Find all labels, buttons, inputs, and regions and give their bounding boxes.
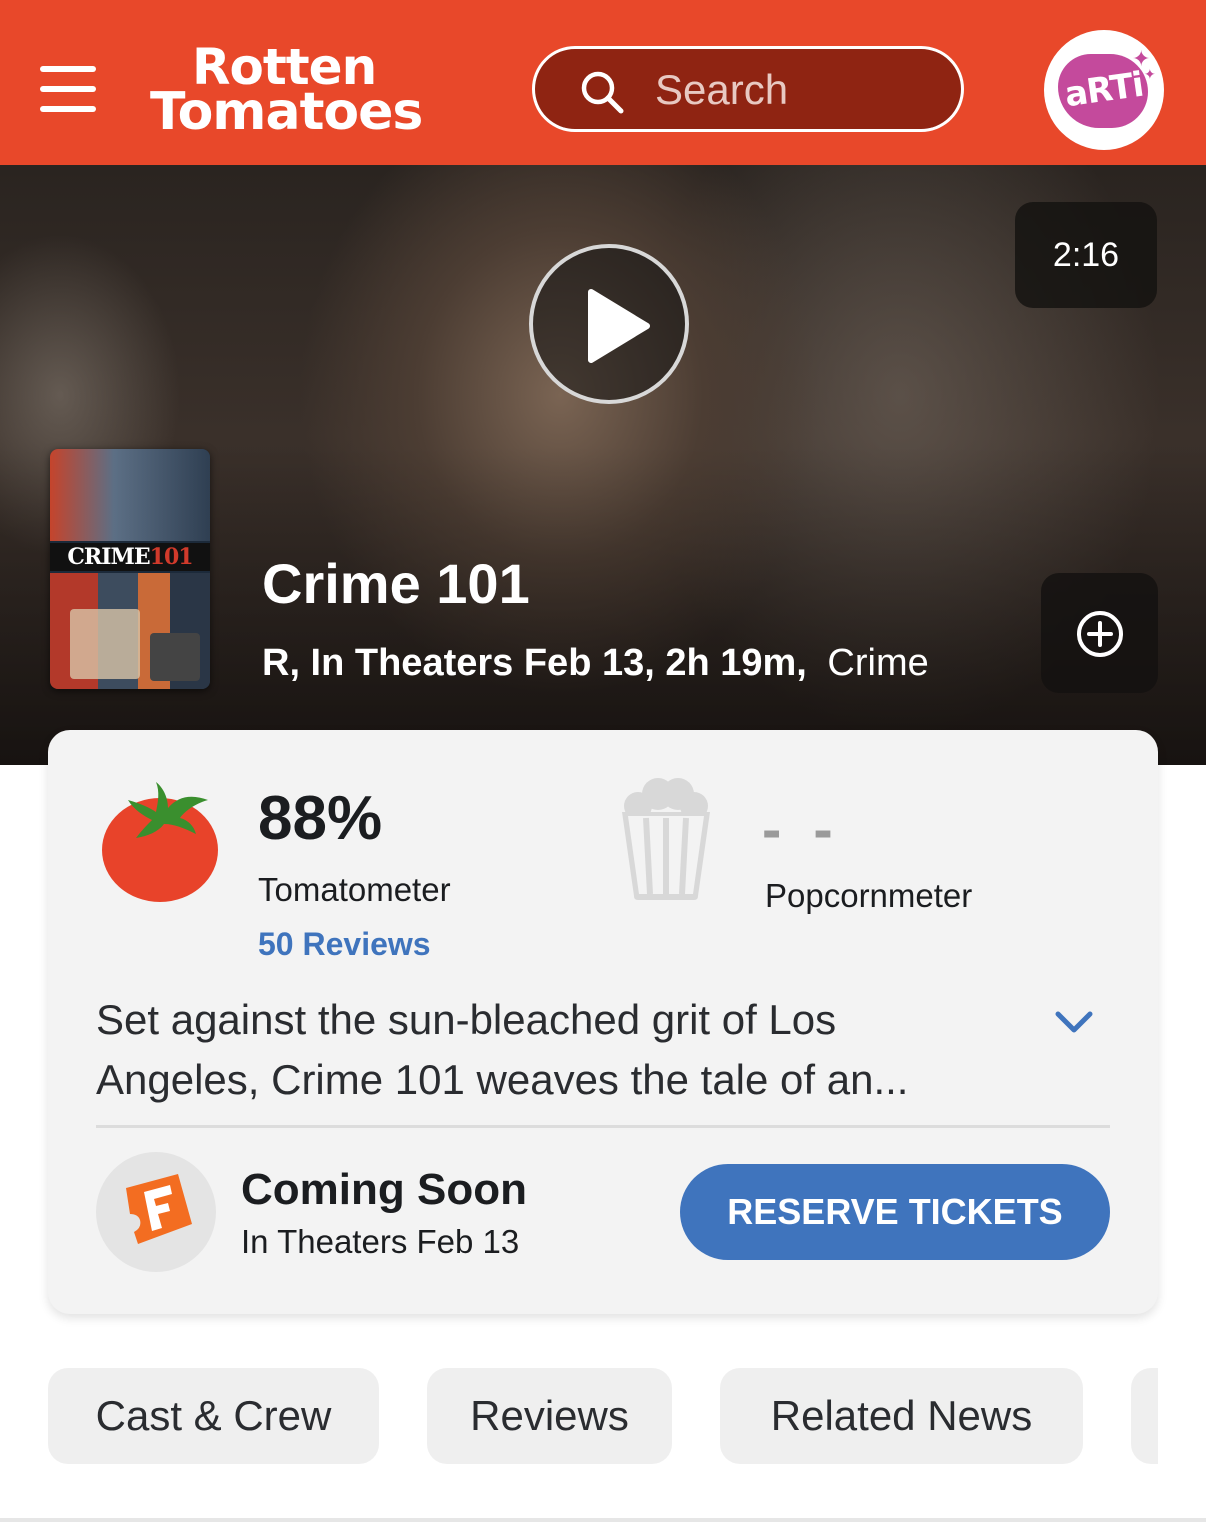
trailer-duration-badge: 2:16	[1015, 202, 1157, 308]
tomatometer-score: 88%	[258, 784, 383, 853]
movie-poster[interactable]: CRIME101	[50, 449, 210, 689]
chevron-down-icon[interactable]	[1054, 1008, 1094, 1036]
logo-line-2: Tomatoes	[150, 82, 423, 142]
ticket-status-title: Coming Soon	[241, 1165, 527, 1214]
reviews-count-link[interactable]: 50 Reviews	[258, 924, 431, 964]
search-icon	[581, 71, 624, 114]
search-input[interactable]	[653, 61, 947, 119]
reserve-tickets-button[interactable]: RESERVE TICKETS	[680, 1164, 1110, 1260]
poster-art	[150, 633, 200, 681]
search-bar[interactable]	[532, 46, 964, 132]
menu-icon-bar	[40, 66, 96, 72]
play-trailer-button[interactable]	[529, 244, 689, 404]
ticket-status-subtitle: In Theaters Feb 13	[241, 1223, 520, 1260]
popcornmeter-score: - -	[762, 797, 841, 862]
poster-title-word: CRIME	[67, 544, 150, 570]
poster-art	[50, 449, 210, 541]
tab-more-partial[interactable]	[1131, 1368, 1158, 1464]
poster-title: CRIME101	[50, 543, 210, 571]
plus-circle-icon	[1077, 611, 1123, 657]
menu-icon-bar	[40, 106, 96, 112]
tomatometer-label: Tomatometer	[258, 871, 451, 908]
section-divider	[96, 1125, 1110, 1128]
poster-art	[70, 609, 140, 679]
movie-synopsis[interactable]: Set against the sun-bleached grit of Los…	[96, 990, 996, 1110]
trailer-hero: 2:16 CRIME101 Crime 101 R, In Theaters F…	[0, 165, 1206, 765]
tab-reviews[interactable]: Reviews	[427, 1368, 672, 1464]
bottom-divider	[0, 1518, 1206, 1522]
top-navigation-bar: Rotten Tomatoes aRTi ✦ ✦	[0, 0, 1206, 165]
sparkle-icon: ✦	[1144, 66, 1156, 82]
menu-icon[interactable]	[40, 66, 98, 114]
poster-title-number: 101	[149, 544, 194, 570]
score-card: 88% Tomatometer 50 Reviews - - Popcornme…	[48, 730, 1158, 1314]
section-tabs: Cast & Crew Reviews Related News	[0, 1368, 1158, 1464]
add-to-watchlist-button[interactable]	[1041, 573, 1158, 693]
movie-genre: Crime	[827, 642, 929, 684]
play-icon	[588, 289, 650, 363]
popcorn-bucket-icon	[622, 778, 710, 900]
movie-title: Crime 101	[262, 552, 530, 615]
tab-related-news[interactable]: Related News	[720, 1368, 1083, 1464]
tab-cast-and-crew[interactable]: Cast & Crew	[48, 1368, 379, 1464]
arti-avatar-button[interactable]: aRTi ✦ ✦	[1044, 30, 1164, 150]
movie-metadata: R, In Theaters Feb 13, 2h 19m, Crime	[262, 639, 929, 687]
fandango-icon	[126, 1174, 192, 1244]
rotten-tomatoes-logo[interactable]: Rotten Tomatoes	[150, 42, 480, 142]
popcornmeter-label: Popcornmeter	[765, 877, 973, 914]
movie-rating-release-runtime: R, In Theaters Feb 13, 2h 19m,	[262, 642, 807, 684]
fandango-logo	[96, 1152, 216, 1272]
menu-icon-bar	[40, 86, 96, 92]
tomato-icon	[102, 782, 218, 902]
